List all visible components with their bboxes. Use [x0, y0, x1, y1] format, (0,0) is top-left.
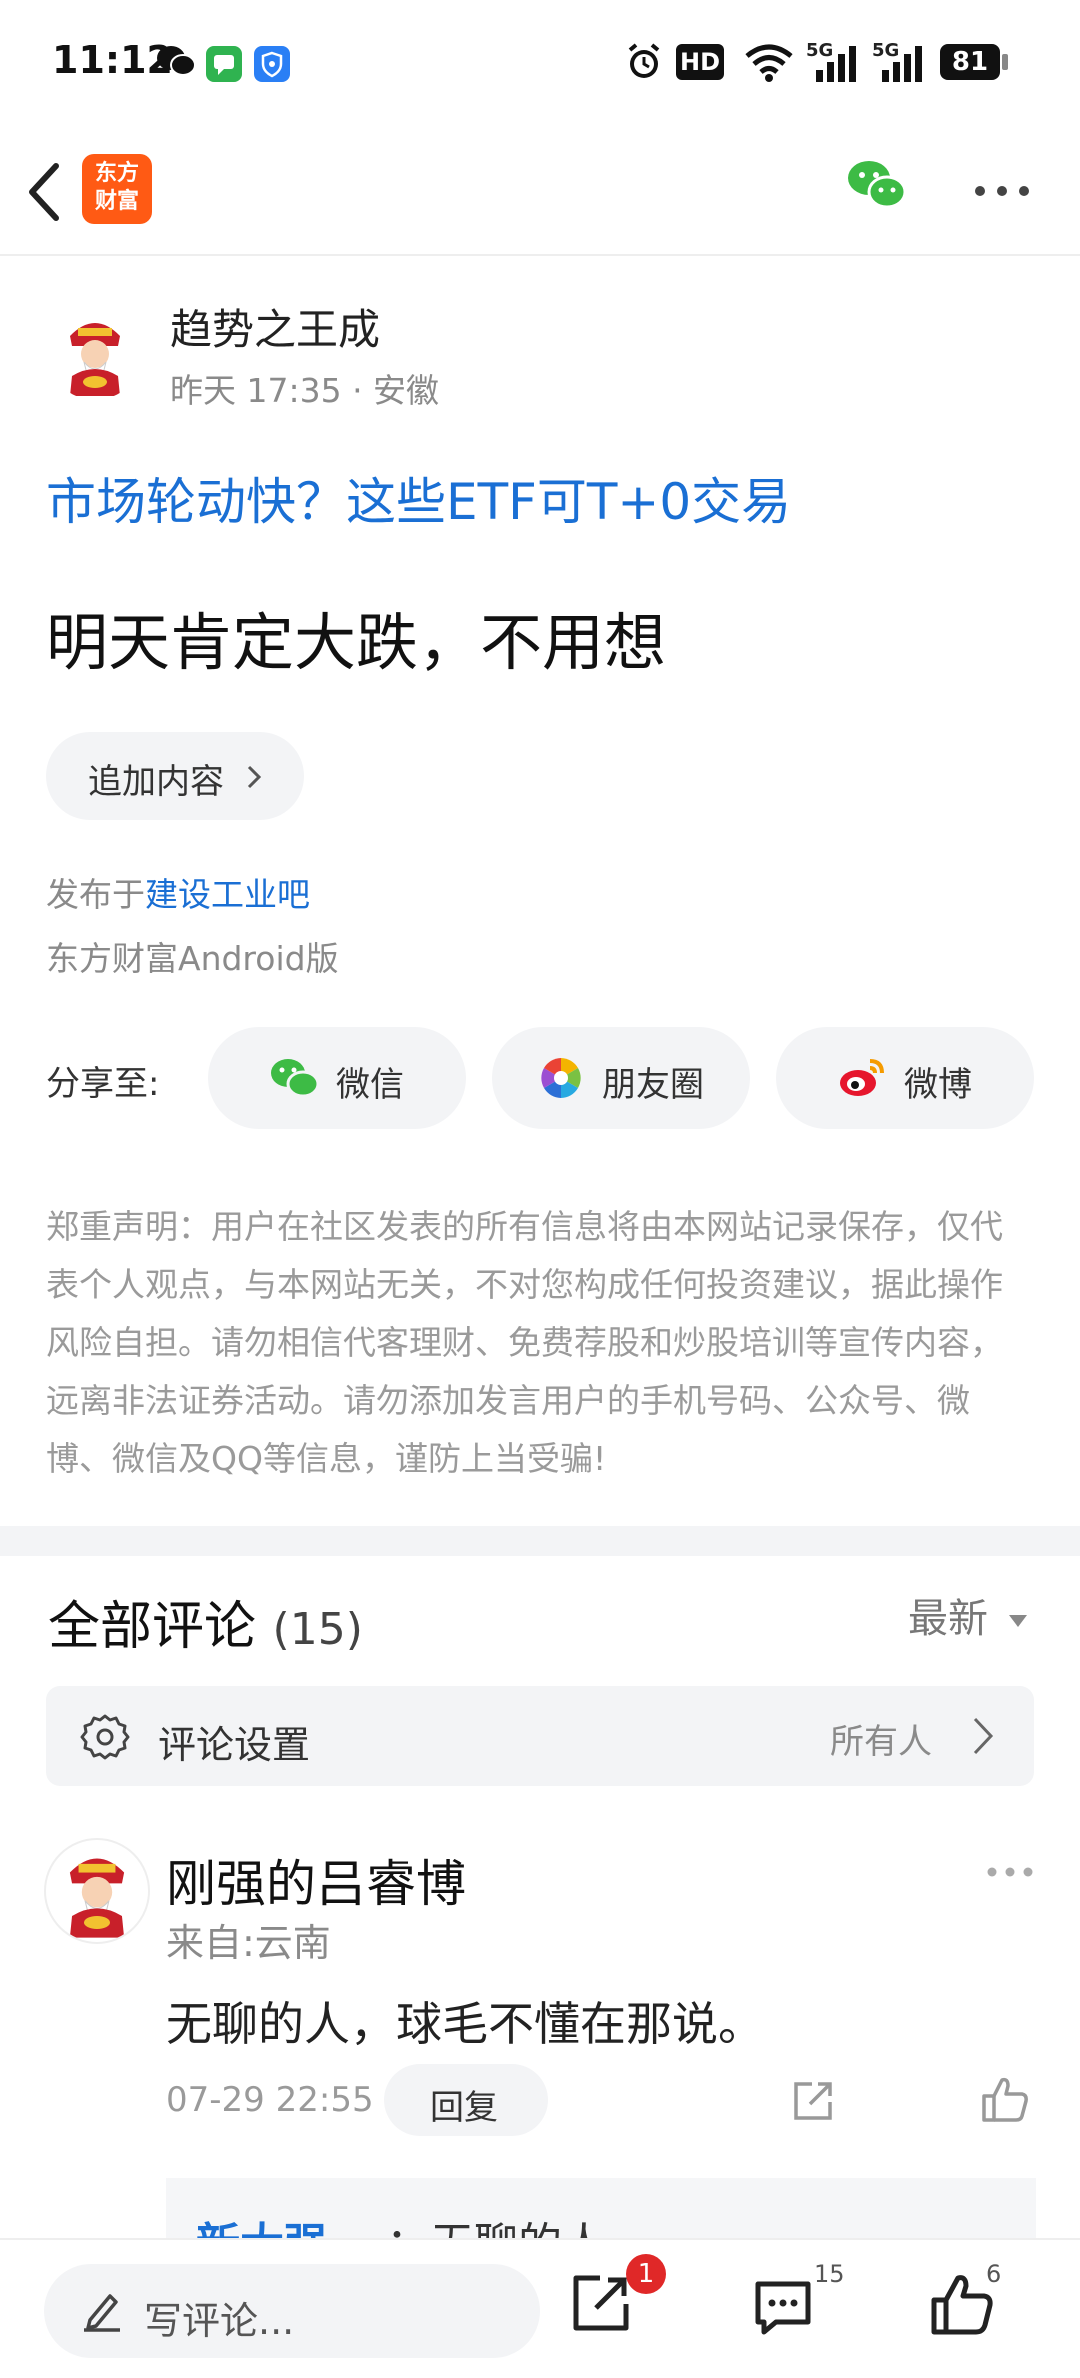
pencil-icon — [84, 2294, 120, 2332]
promo-link[interactable]: 市场轮动快？这些ETF可T+0交易 — [46, 462, 791, 534]
weibo-icon — [840, 1059, 884, 1096]
logo-line1: 东方 — [94, 161, 139, 186]
reply-label: 回复 — [430, 2088, 498, 2128]
comment-more-icon[interactable] — [986, 1866, 1034, 1878]
comment-share-icon[interactable] — [790, 2078, 836, 2124]
eastmoney-logo[interactable]: 东方 财富 — [82, 154, 152, 224]
back-button[interactable] — [22, 160, 66, 224]
share-weibo-label: 微博 — [904, 1065, 972, 1105]
board-link[interactable]: 建设工业吧 — [145, 875, 310, 914]
comment-settings-value: 所有人 — [830, 1722, 932, 1762]
comments-header: 全部评论 (15) — [48, 1584, 363, 1659]
share-label: 分享至: — [46, 1064, 160, 1104]
bottom-action-bar: 写评论... 1 15 6 — [0, 2238, 1080, 2378]
share-moments-button[interactable]: 朋友圈 — [492, 1027, 750, 1129]
reply-button[interactable]: 回复 — [384, 2064, 548, 2136]
comment-count: 15 — [814, 2260, 845, 2288]
like-count: 6 — [986, 2260, 1002, 2288]
share-wechat-button[interactable]: 微信 — [208, 1027, 466, 1129]
share-weibo-button[interactable]: 微博 — [776, 1027, 1034, 1129]
post-body: 明天肯定大跌，不用想 — [46, 606, 667, 679]
chevron-right-icon — [247, 765, 262, 789]
post-meta: 昨天 17:35 · 安徽 — [170, 371, 440, 410]
comment-settings-label: 评论设置 — [158, 1723, 311, 1767]
add-content-label: 追加内容 — [88, 762, 224, 802]
sort-label: 最新 — [908, 1596, 988, 1642]
comment-icon[interactable] — [752, 2276, 814, 2338]
logo-line2: 财富 — [94, 189, 139, 214]
client-info: 东方财富Android版 — [46, 939, 339, 978]
hd-indicator: HD — [676, 44, 724, 80]
sort-dropdown[interactable]: 最新 — [908, 1586, 1029, 1644]
wechat-share-icon[interactable] — [846, 158, 908, 214]
messages-notification-icon — [206, 46, 242, 82]
write-comment-input[interactable]: 写评论... — [44, 2264, 540, 2358]
caishen-avatar-icon — [47, 1841, 147, 1941]
comment-time: 07-29 22:55 — [166, 2080, 374, 2120]
nested-reply-preview[interactable]: 新大强 ：无聊的人 — [166, 2178, 1036, 2238]
comments-count: (15) — [272, 1604, 363, 1655]
commenter-avatar[interactable] — [44, 1838, 150, 1944]
battery-level: 81 — [940, 44, 1000, 80]
comments-title: 全部评论 — [48, 1597, 257, 1657]
signal-strength-2-icon — [882, 46, 922, 82]
alarm-icon — [628, 43, 660, 78]
status-bar: 11:12 HD 5G 5G 81 — [0, 0, 1080, 130]
share-moments-label: 朋友圈 — [602, 1065, 704, 1105]
battery-tip — [1002, 54, 1008, 70]
write-comment-placeholder: 写评论... — [144, 2299, 295, 2343]
share-icon[interactable] — [570, 2272, 632, 2334]
section-divider — [0, 1526, 1080, 1556]
moments-icon — [541, 1058, 581, 1098]
security-notification-icon — [254, 46, 290, 82]
commenter-name[interactable]: 刚强的吕睿博 — [166, 1844, 466, 1916]
add-content-button[interactable]: 追加内容 — [46, 732, 304, 820]
comment-like-icon[interactable] — [980, 2074, 1030, 2124]
wechat-notification-icon — [157, 46, 196, 76]
commenter-location: 来自:云南 — [166, 1921, 331, 1965]
signal-strength-1-icon — [816, 46, 856, 82]
top-nav-bar: 东方 财富 — [0, 130, 1080, 256]
comment-settings-row[interactable]: 评论设置 所有人 — [46, 1686, 1034, 1786]
author-name[interactable]: 趋势之王成 — [170, 296, 380, 357]
publish-line: 发布于建设工业吧 — [46, 868, 310, 916]
share-badge: 1 — [626, 2254, 666, 2294]
author-avatar[interactable] — [48, 306, 142, 400]
publish-prefix: 发布于 — [46, 875, 145, 914]
gear-icon — [80, 1714, 130, 1760]
share-wechat-label: 微信 — [336, 1065, 404, 1105]
more-options-icon[interactable] — [972, 184, 1032, 198]
comment-text: 无聊的人，球毛不懂在那说。 — [166, 1997, 764, 2051]
wifi-icon — [745, 44, 793, 82]
caishen-avatar-icon — [49, 307, 141, 399]
disclaimer-text: 郑重声明：用户在社区发表的所有信息将由本网站记录保存，仅代表个人观点，与本网站无… — [46, 1207, 1003, 1478]
nested-reply-text: ：无聊的人 — [386, 2208, 606, 2238]
status-time: 11:12 — [52, 38, 173, 82]
nested-reply-author[interactable]: 新大强 — [196, 2208, 328, 2238]
caret-down-icon — [1008, 1615, 1027, 1627]
wechat-icon — [271, 1059, 320, 1098]
chevron-right-icon — [973, 1717, 994, 1755]
like-icon[interactable] — [930, 2272, 994, 2336]
